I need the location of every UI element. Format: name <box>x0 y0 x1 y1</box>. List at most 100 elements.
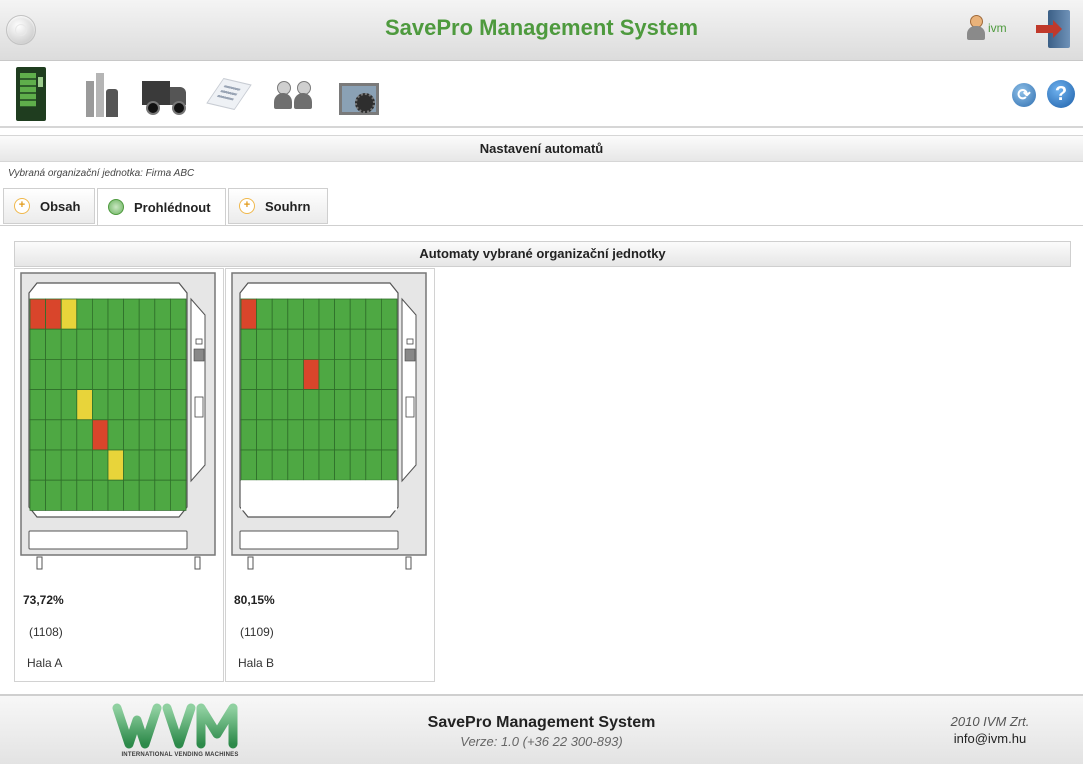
active-dot-icon <box>108 199 124 215</box>
product-slot <box>334 480 351 511</box>
product-slot <box>138 449 156 481</box>
product-slot <box>303 449 320 481</box>
product-slot <box>256 419 273 451</box>
vending-machine-graphic <box>231 272 427 570</box>
user-menu[interactable]: ivm <box>966 15 1007 41</box>
product-slot <box>123 328 140 360</box>
product-slot <box>287 359 304 391</box>
product-slot <box>29 449 47 481</box>
product-slot <box>76 389 93 421</box>
product-slot <box>169 359 187 391</box>
product-slot <box>123 419 140 451</box>
product-slot <box>240 298 258 330</box>
product-slot <box>123 359 140 391</box>
product-slot <box>271 389 289 421</box>
product-slot <box>169 298 187 330</box>
section-title: Nastavení automatů <box>0 135 1083 162</box>
product-slot <box>271 359 289 391</box>
product-slot <box>349 298 367 330</box>
product-slot <box>169 328 187 360</box>
product-slot <box>138 389 156 421</box>
product-slot <box>60 359 78 391</box>
vending-machine-icon[interactable] <box>16 67 48 121</box>
help-icon[interactable]: ? <box>1047 80 1075 108</box>
machine-card[interactable]: 73,72% (1108) Hala A <box>14 268 224 682</box>
product-slot <box>107 479 125 511</box>
product-slot <box>365 328 382 360</box>
app-title: SavePro Management System <box>384 15 699 40</box>
footer-company: 2010 IVM Zrt. <box>950 714 1030 729</box>
machine-leg <box>194 556 201 570</box>
product-slot <box>380 389 398 421</box>
product-slot <box>92 359 109 391</box>
product-slot <box>334 389 351 421</box>
product-slot <box>380 359 398 391</box>
control-panel <box>190 297 206 483</box>
fill-percent: 80,15% <box>234 593 275 607</box>
product-slot <box>303 328 320 360</box>
coin-slot-icon <box>406 338 414 345</box>
delivery-truck-icon[interactable] <box>142 67 188 121</box>
control-panel <box>401 297 417 483</box>
tab-souhrn[interactable]: + Souhrn <box>228 188 328 224</box>
product-slot <box>287 449 304 481</box>
product-slot <box>318 298 336 330</box>
product-slot <box>107 298 125 330</box>
product-slot <box>123 389 140 421</box>
product-slot <box>271 328 289 360</box>
footer-version: Verze: 1.0 (+36 22 300-893) <box>460 734 623 749</box>
screen-settings-icon[interactable] <box>335 67 383 121</box>
product-slot <box>380 449 398 481</box>
facility-icon[interactable] <box>80 67 120 121</box>
top-bar: SavePro Management System ivm <box>0 0 1083 61</box>
product-slot <box>350 480 366 511</box>
tab-obsah[interactable]: + Obsah <box>3 188 95 224</box>
machine-location: Hala B <box>238 656 275 670</box>
product-slot <box>154 479 171 511</box>
refresh-icon[interactable]: ⟳ <box>1012 83 1036 107</box>
product-slot <box>365 359 382 391</box>
product-slot <box>303 419 320 451</box>
main-toolbar: ⟳ ? <box>0 61 1083 128</box>
machine-leg <box>405 556 412 570</box>
document-list-icon[interactable] <box>206 67 252 121</box>
machine-card[interactable]: 80,15% (1109) Hala B <box>225 268 435 682</box>
product-slot <box>29 298 47 330</box>
tab-prohlednout[interactable]: Prohlédnout <box>97 188 226 226</box>
users-icon[interactable] <box>272 67 318 121</box>
card-reader-icon <box>194 396 204 418</box>
logout-door-icon[interactable] <box>1036 10 1072 48</box>
product-slot <box>380 298 398 330</box>
product-slot <box>45 449 62 481</box>
product-slot <box>107 389 125 421</box>
product-slot <box>92 419 109 451</box>
product-slot <box>256 389 273 421</box>
product-slot <box>154 419 171 451</box>
product-slot <box>240 389 258 421</box>
product-slot <box>365 480 382 511</box>
product-slot <box>60 298 78 330</box>
product-slot <box>169 479 187 511</box>
footer-email[interactable]: info@ivm.hu <box>935 731 1045 746</box>
product-slot <box>138 419 156 451</box>
product-slot <box>365 419 382 451</box>
product-slot <box>154 359 171 391</box>
product-slot <box>365 449 382 481</box>
product-slot <box>76 359 93 391</box>
product-slot <box>45 389 62 421</box>
logo-subtitle: INTERNATIONAL VENDING MACHINES <box>121 752 239 758</box>
product-slot <box>76 449 93 481</box>
footer-center: SavePro Management System Verze: 1.0 (+3… <box>0 714 1083 749</box>
card-reader-icon <box>405 396 415 418</box>
product-slot <box>318 419 336 451</box>
product-slot <box>303 359 320 391</box>
product-slot <box>241 480 257 511</box>
product-slot <box>29 419 47 451</box>
product-slot <box>60 328 78 360</box>
product-slot <box>334 298 351 330</box>
product-slot <box>240 359 258 391</box>
product-slot <box>92 449 109 481</box>
machine-id: (1109) <box>240 625 274 639</box>
product-slot <box>45 419 62 451</box>
product-slot <box>240 419 258 451</box>
